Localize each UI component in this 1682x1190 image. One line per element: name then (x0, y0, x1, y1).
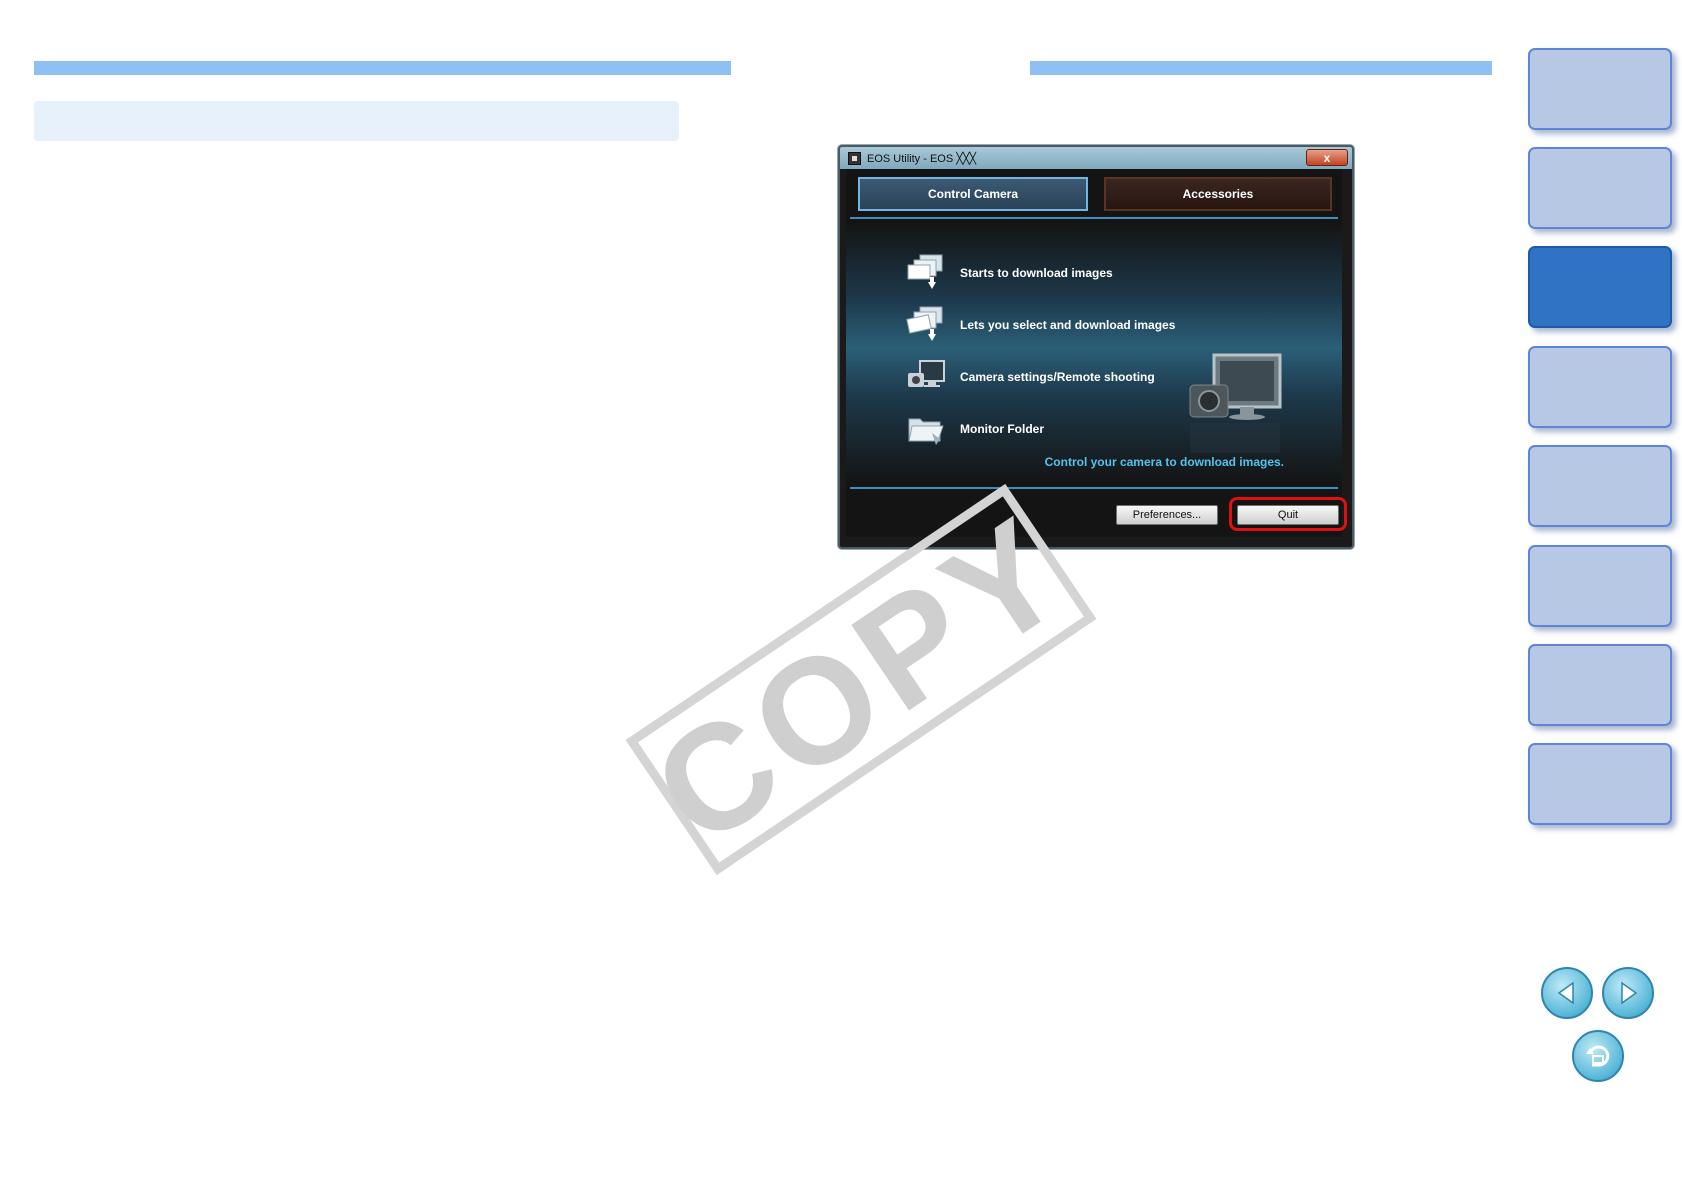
camera-computer-illustration (1186, 351, 1286, 461)
camera-monitor-icon (906, 357, 946, 397)
menu-item-download-images[interactable]: Starts to download images (906, 253, 1113, 293)
menu-item-monitor-folder[interactable]: Monitor Folder (906, 409, 1044, 449)
right-arrow-icon (1621, 981, 1638, 1005)
header-bar-left (34, 61, 731, 75)
side-tab-2[interactable] (1528, 147, 1672, 229)
tab-label: Control Camera (927, 187, 1019, 201)
quit-button-label: Quit (1277, 509, 1299, 521)
eos-utility-window: EOS Utility - EOS ╳╳╳ x Control Camera A… (838, 145, 1354, 549)
monitor-folder-icon (906, 409, 946, 449)
dialog-body: Control Camera Accessories Starts to dow… (846, 169, 1347, 537)
prev-page-button[interactable] (1541, 967, 1593, 1019)
download-images-icon (906, 253, 946, 293)
menu-item-label: Monitor Folder (960, 422, 1044, 436)
quit-button[interactable]: Quit (1237, 505, 1339, 525)
tab-divider (850, 217, 1338, 219)
side-tab-1[interactable] (1528, 48, 1672, 130)
tab-control-camera[interactable]: Control Camera (858, 177, 1088, 211)
title-bar[interactable]: EOS Utility - EOS ╳╳╳ x (840, 147, 1352, 169)
menu-item-camera-settings[interactable]: Camera settings/Remote shooting (906, 357, 1155, 397)
close-icon: x (1323, 150, 1331, 165)
side-tab-3-active[interactable] (1528, 246, 1672, 328)
menu-area: Starts to download images Lets you selec… (846, 223, 1342, 483)
next-page-button[interactable] (1602, 967, 1654, 1019)
bottom-divider (850, 487, 1338, 489)
side-tab-6[interactable] (1528, 545, 1672, 627)
preferences-button-label: Preferences... (1132, 509, 1202, 521)
header-bar-right (1030, 61, 1492, 75)
window-title: EOS Utility - EOS ╳╳╳ (867, 152, 977, 165)
menu-item-label: Starts to download images (960, 266, 1113, 280)
side-tab-8[interactable] (1528, 743, 1672, 825)
menu-item-select-download[interactable]: Lets you select and download images (906, 305, 1175, 345)
tab-label: Accessories (1182, 187, 1254, 201)
side-tab-4[interactable] (1528, 346, 1672, 428)
section-heading-box (34, 101, 679, 141)
tab-accessories[interactable]: Accessories (1104, 177, 1332, 211)
app-icon (848, 151, 861, 165)
return-icon (1586, 1045, 1610, 1067)
close-button[interactable]: x (1306, 149, 1348, 166)
side-tab-5[interactable] (1528, 445, 1672, 527)
menu-item-label: Lets you select and download images (960, 318, 1176, 332)
preferences-button[interactable]: Preferences... (1116, 505, 1218, 525)
return-button[interactable] (1572, 1030, 1624, 1082)
menu-item-label: Camera settings/Remote shooting (960, 370, 1155, 384)
select-download-icon (906, 305, 946, 345)
side-tab-7[interactable] (1528, 644, 1672, 726)
left-arrow-icon (1557, 981, 1574, 1005)
hint-text: Control your camera to download images. (1044, 455, 1284, 469)
